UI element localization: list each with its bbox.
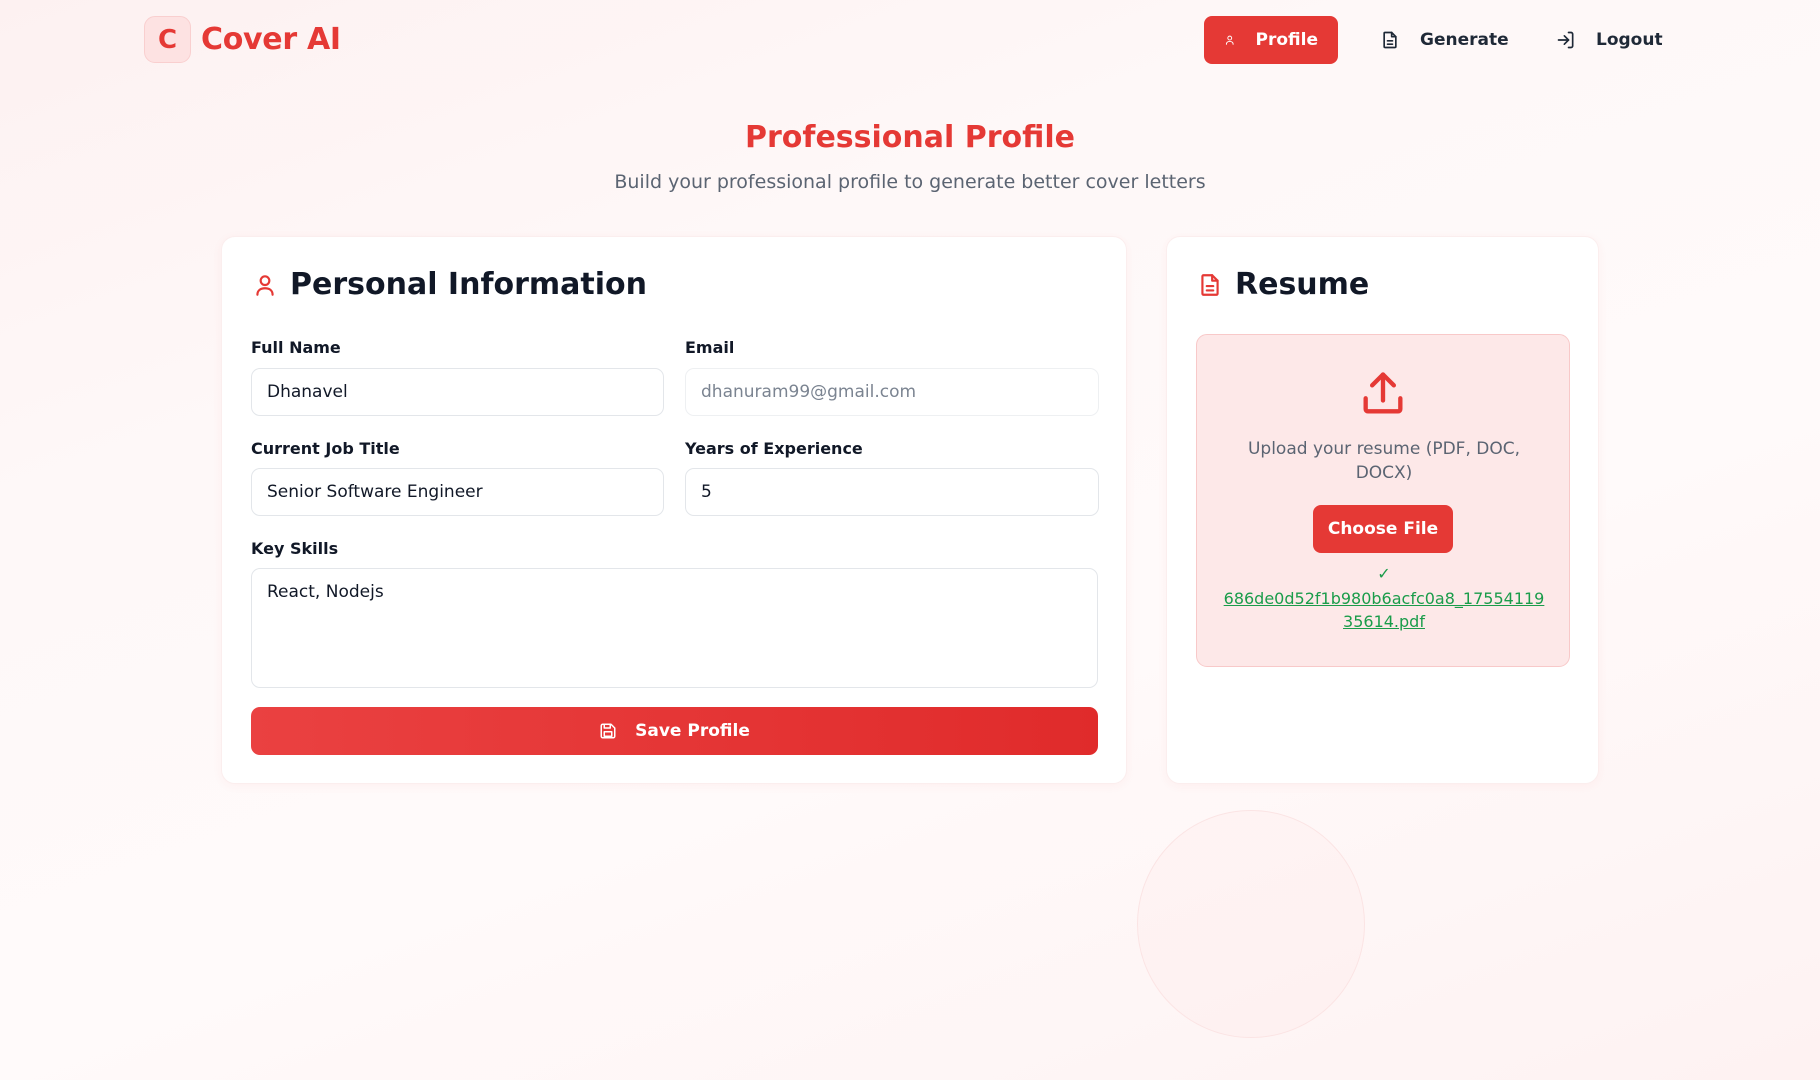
full-name-input[interactable]	[251, 368, 664, 416]
nav-logout-label: Logout	[1596, 30, 1663, 50]
user-icon	[256, 274, 274, 296]
nav-generate-button[interactable]: Generate	[1360, 16, 1529, 64]
user-icon	[1225, 35, 1234, 45]
nav-logout-button[interactable]: Logout	[1536, 16, 1683, 64]
app-logo[interactable]: C Cover AI	[144, 16, 341, 63]
personal-information-header: Personal Information	[252, 267, 647, 302]
email-label: Email	[685, 338, 735, 357]
nav-profile-button[interactable]: Profile	[1204, 16, 1338, 64]
resume-upload-dropzone[interactable]: Upload your resume (PDF, DOC, DOCX) Choo…	[1196, 334, 1570, 667]
nav-generate-label: Generate	[1420, 30, 1509, 50]
page-title: Professional Profile	[745, 120, 1075, 155]
logo-badge: C	[144, 16, 191, 63]
experience-input[interactable]	[685, 468, 1099, 516]
upload-instructions: Upload your resume (PDF, DOC, DOCX)	[1247, 439, 1521, 483]
save-icon	[600, 723, 616, 739]
key-skills-label: Key Skills	[251, 539, 339, 558]
file-text-icon	[1201, 273, 1219, 296]
experience-label: Years of Experience	[685, 439, 863, 458]
save-profile-button[interactable]: Save Profile	[251, 707, 1098, 755]
key-skills-textarea[interactable]: React, Nodejs	[251, 568, 1098, 688]
resume-header: Resume	[1197, 267, 1369, 302]
page-subtitle: Build your professional profile to gener…	[614, 171, 1206, 193]
full-name-label: Full Name	[251, 338, 341, 357]
logout-icon	[1557, 31, 1574, 49]
personal-information-card: Personal Information Full Name Email Cur…	[221, 236, 1127, 784]
personal-information-heading: Personal Information	[290, 267, 647, 302]
upload-success-check-icon: ✓	[1377, 564, 1391, 583]
choose-file-button[interactable]: Choose File	[1313, 505, 1453, 553]
file-text-icon	[1383, 31, 1397, 49]
job-title-input[interactable]	[251, 468, 664, 516]
background-decoration-circle	[1137, 810, 1365, 1038]
upload-icon	[1363, 372, 1403, 414]
uploaded-file-link[interactable]: 686de0d52f1b980b6acfc0a8_1755411935614.p…	[1222, 587, 1546, 633]
email-input[interactable]	[685, 368, 1099, 416]
nav-profile-label: Profile	[1255, 30, 1318, 50]
resume-card: Resume Upload your resume (PDF, DOC, DOC…	[1166, 236, 1599, 784]
resume-heading: Resume	[1235, 267, 1370, 302]
save-profile-label: Save Profile	[635, 721, 750, 741]
job-title-label: Current Job Title	[251, 439, 400, 458]
top-navbar: C Cover AI Profile Generate Logout	[0, 0, 1820, 80]
app-name: Cover AI	[201, 22, 341, 57]
